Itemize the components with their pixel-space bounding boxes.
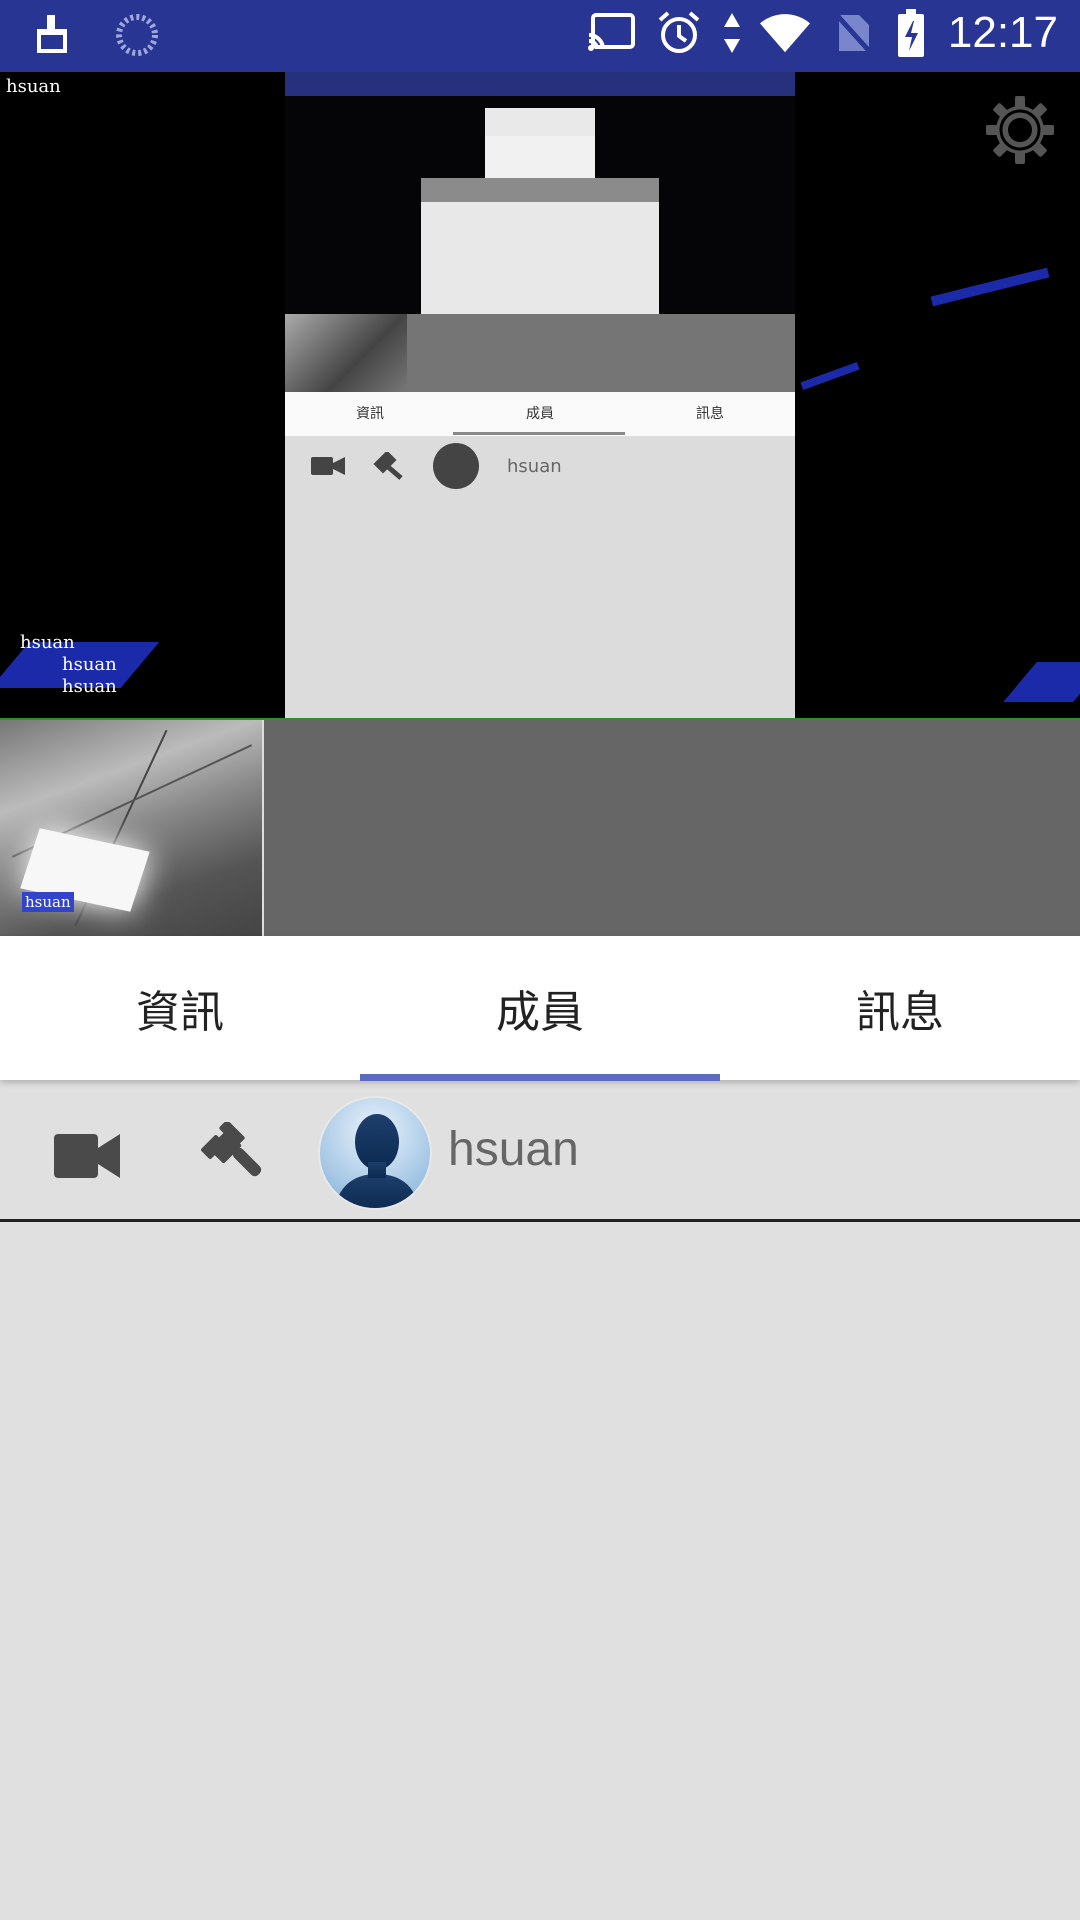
video-camera-icon xyxy=(54,1134,120,1178)
tab-members[interactable]: 成員 xyxy=(360,936,720,1080)
gavel-icon xyxy=(373,452,403,480)
spinner-icon xyxy=(112,10,162,60)
shared-screen: 資訊 成員 訊息 hsuan xyxy=(285,72,795,720)
status-bar: 12:17 xyxy=(0,0,1080,72)
overlay-label: hsuan xyxy=(62,654,117,675)
tab-info[interactable]: 資訊 xyxy=(0,936,360,1080)
member-list-item: hsuan xyxy=(0,1082,1080,1222)
nested-tabs: 資訊 成員 訊息 xyxy=(285,392,795,436)
gavel-icon xyxy=(201,1120,262,1177)
clock: 12:17 xyxy=(947,8,1058,57)
settings-button[interactable] xyxy=(984,94,1056,166)
selected-tab-indicator xyxy=(360,1074,720,1081)
thumbnail-label: hsuan xyxy=(22,892,74,912)
nested-camera-thumb xyxy=(285,314,407,392)
gear-icon xyxy=(986,96,1054,164)
moderator-gavel-button[interactable] xyxy=(196,1120,266,1192)
avatar[interactable] xyxy=(318,1096,432,1210)
video-toggle-button[interactable] xyxy=(54,1124,120,1190)
main-video-view[interactable]: 資訊 成員 訊息 hsuan hsuan hsuan hsuan hsuan xyxy=(0,72,1080,720)
tab-bar: 資訊 成員 訊息 xyxy=(0,936,1080,1080)
member-name: hsuan xyxy=(448,1123,579,1176)
overlay-label: hsuan xyxy=(20,632,75,653)
video-camera-icon xyxy=(311,457,345,475)
nested-status-bar xyxy=(285,72,795,96)
overlay-label: hsuan xyxy=(62,676,117,697)
cleaner-icon xyxy=(28,10,78,60)
tab-messages[interactable]: 訊息 xyxy=(720,936,1080,1080)
cast-icon xyxy=(586,8,636,58)
no-sim-icon xyxy=(828,8,878,58)
avatar xyxy=(433,443,479,489)
overlay-label: hsuan xyxy=(6,76,61,97)
user-silhouette-icon xyxy=(334,1114,420,1208)
battery-charging-icon xyxy=(896,8,926,58)
wifi-icon xyxy=(759,8,810,58)
participant-thumbnail[interactable]: hsuan xyxy=(0,720,264,936)
participant-thumbnails: hsuan xyxy=(0,720,1080,936)
nested-member-row: hsuan xyxy=(285,436,795,496)
data-arrows-icon xyxy=(722,8,742,58)
alarm-icon xyxy=(654,8,704,58)
